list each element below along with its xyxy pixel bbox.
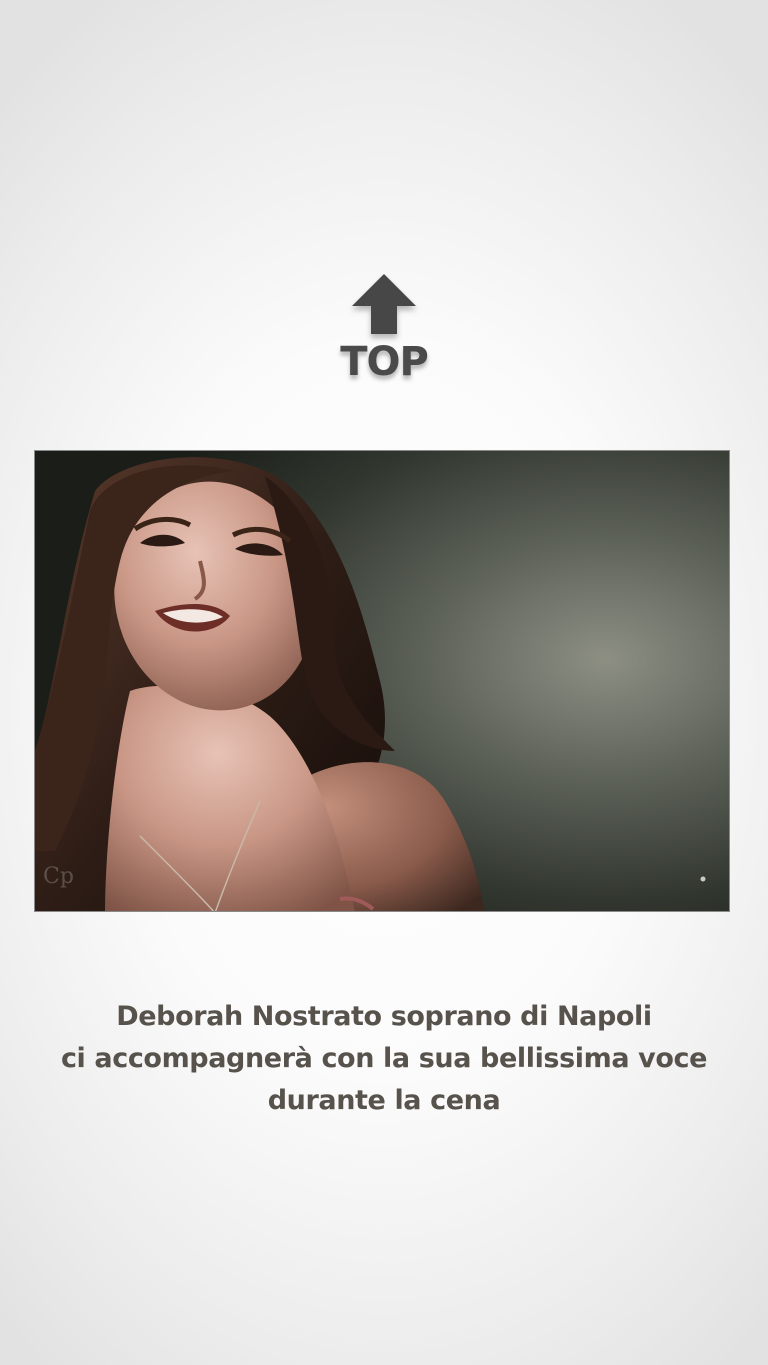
- caption-line-2: ci accompagnerà con la sua bellissima vo…: [60, 1043, 708, 1074]
- caption-line-1: Deborah Nostrato soprano di Napoli: [116, 1001, 652, 1032]
- caption: Deborah Nostrato soprano di Napoli ci ac…: [0, 996, 768, 1122]
- scroll-to-top-button[interactable]: TOP: [334, 270, 434, 398]
- top-label: TOP: [340, 339, 429, 385]
- caption-line-3: durante la cena: [267, 1085, 501, 1116]
- arrow-up-icon: [352, 274, 416, 334]
- watermark-text: Cp: [43, 864, 74, 889]
- soprano-photo: Cp: [34, 450, 730, 912]
